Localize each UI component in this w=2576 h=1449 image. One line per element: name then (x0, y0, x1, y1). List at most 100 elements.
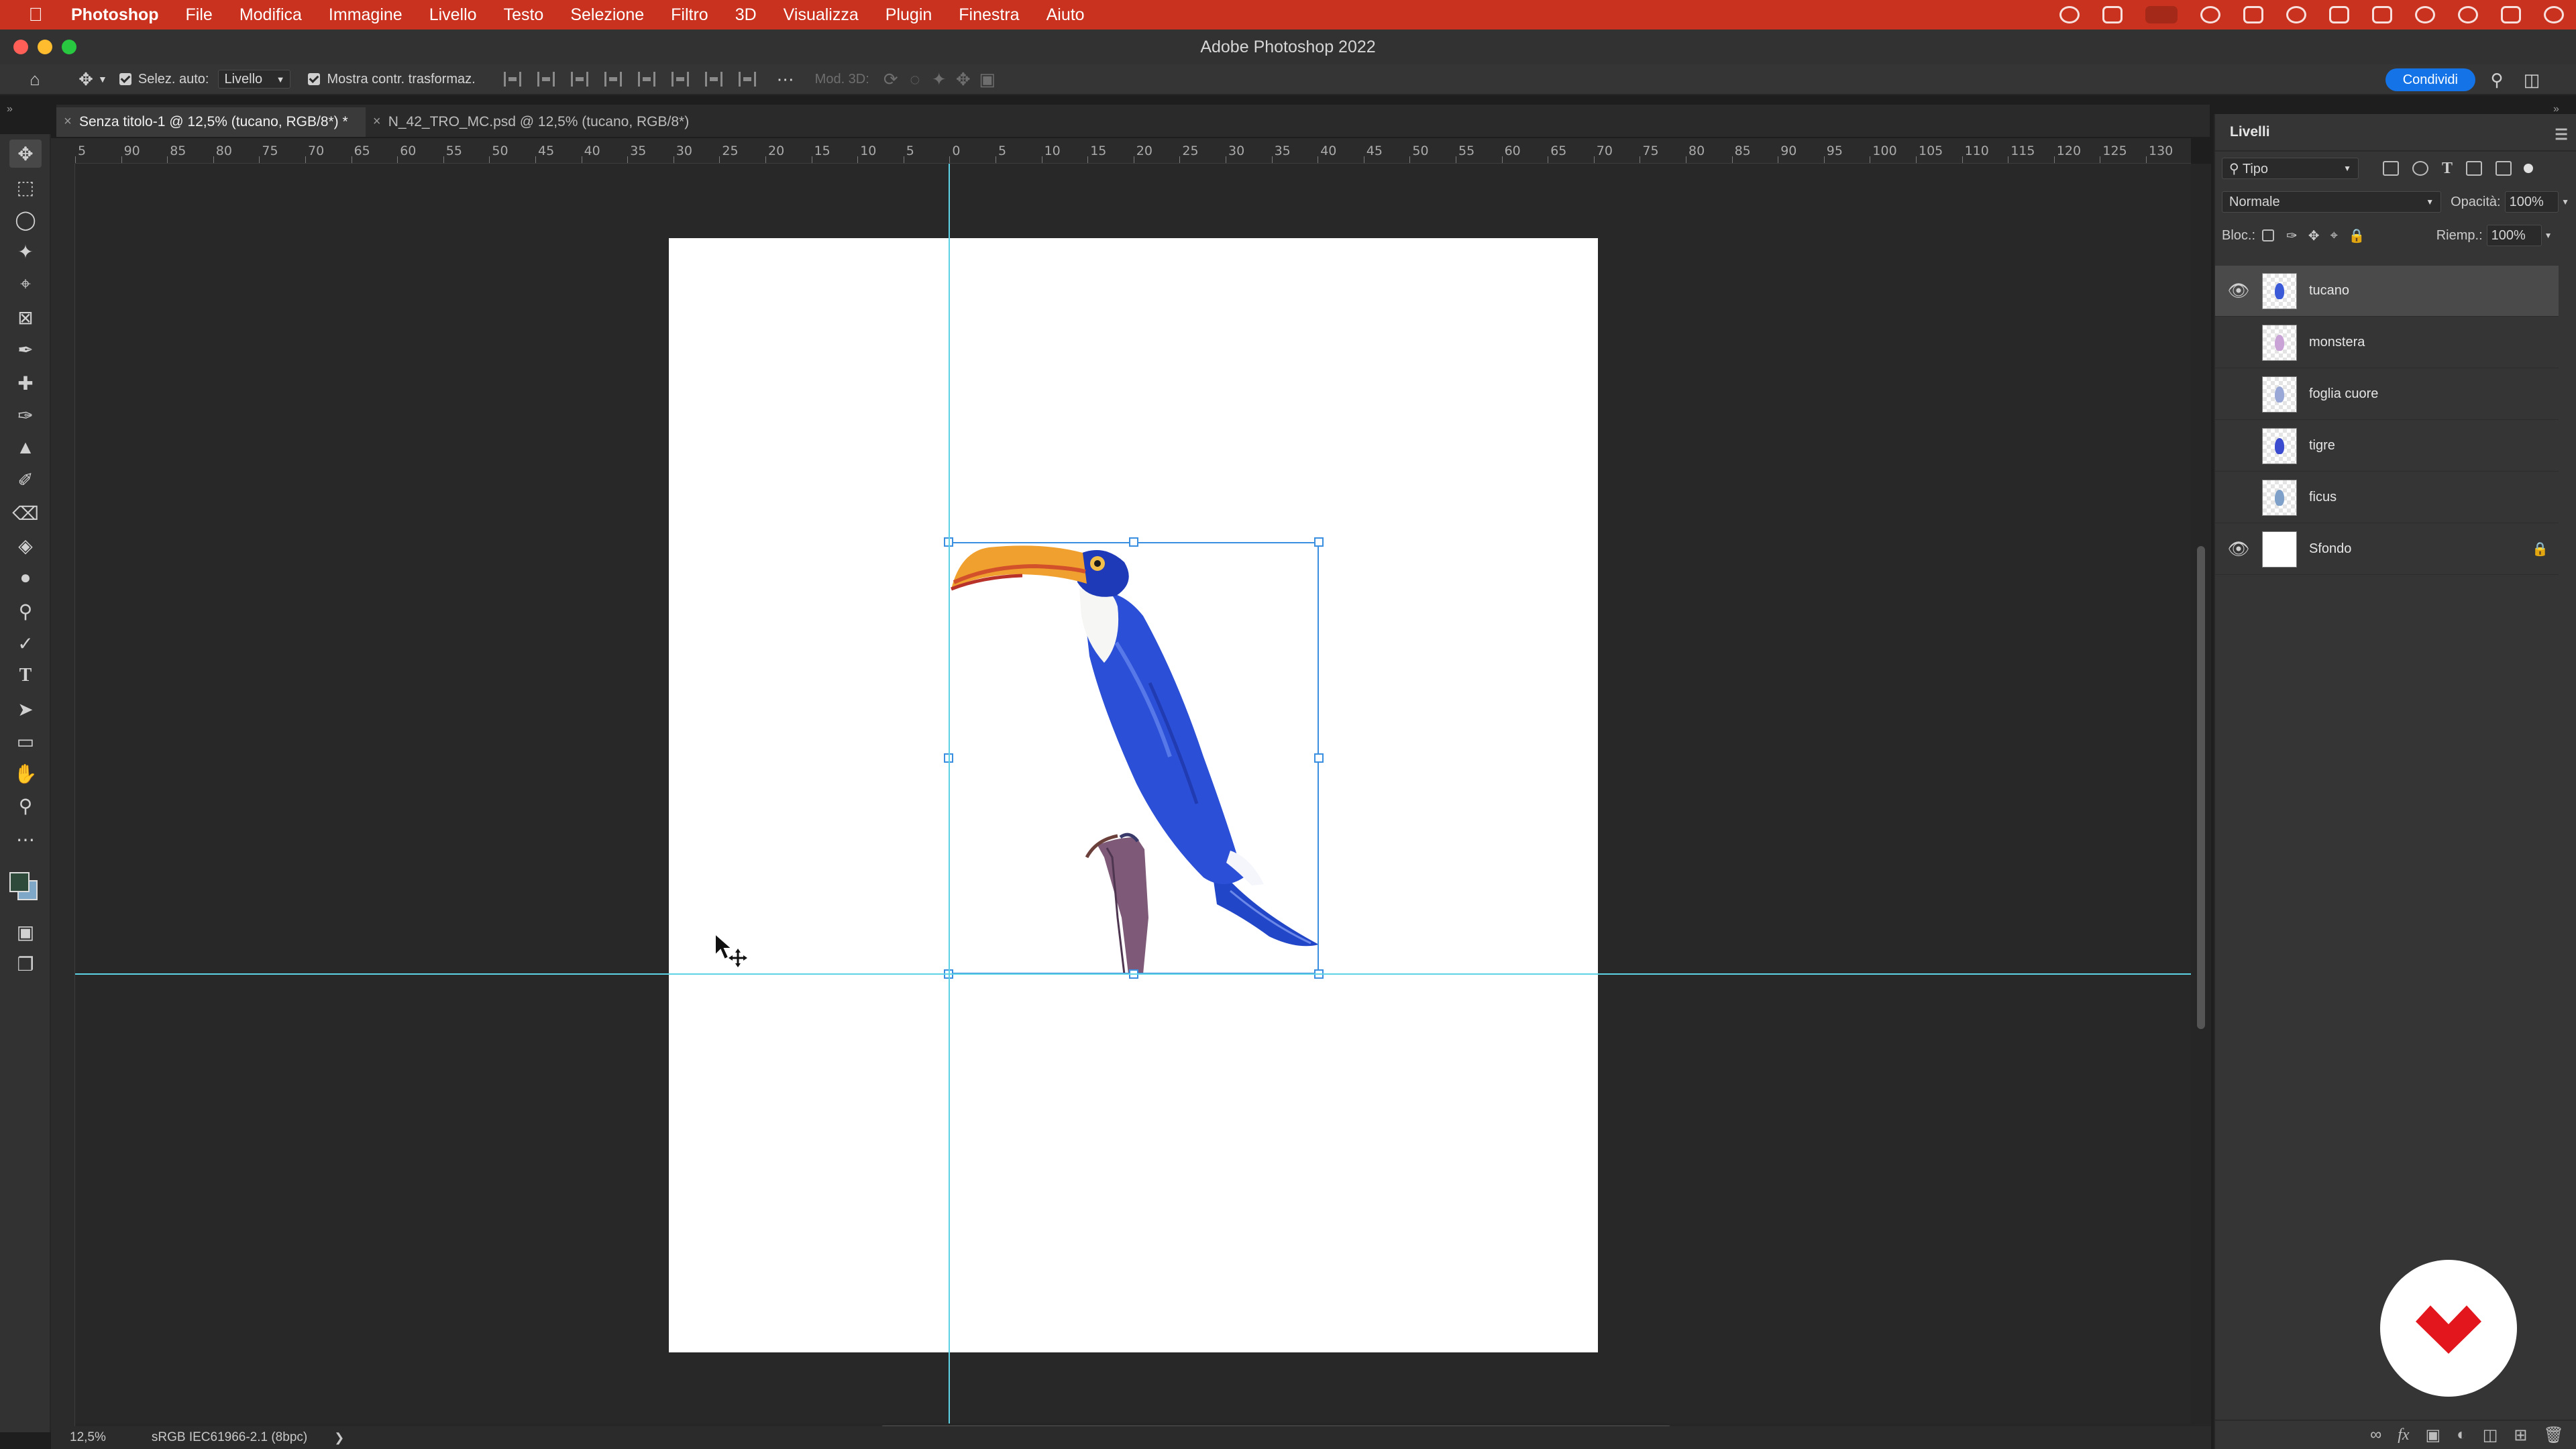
menu-finestra[interactable]: Finestra (959, 5, 1019, 25)
roll-3d-icon[interactable]: ◌ (903, 69, 927, 89)
distribute-vertical-icon[interactable] (604, 72, 622, 87)
rectangle-tool-icon[interactable]: ▭ (9, 727, 42, 755)
control-center-icon[interactable] (2501, 6, 2521, 23)
quick-mask-icon[interactable]: ▣ (9, 918, 42, 946)
move-tool-icon[interactable]: ✥ (9, 140, 42, 168)
auto-select-checkbox[interactable] (119, 73, 131, 85)
menu-selezione[interactable]: Selezione (570, 5, 644, 25)
eraser-tool-icon[interactable]: ⌫ (9, 499, 42, 527)
slide-3d-icon[interactable]: ✥ (951, 69, 975, 89)
blur-tool-icon[interactable]: ● (9, 564, 42, 592)
layer-row-monstera[interactable]: monstera (2215, 317, 2559, 368)
color-swatches[interactable] (8, 865, 42, 906)
menu-immagine[interactable]: Immagine (329, 5, 402, 25)
menu-testo[interactable]: Testo (504, 5, 544, 25)
lasso-tool-icon[interactable]: ◯ (9, 205, 42, 233)
align-left-icon[interactable] (503, 72, 521, 87)
filter-toggle-icon[interactable] (2524, 164, 2534, 173)
close-tab-icon[interactable]: × (370, 114, 384, 129)
layer-filter-dropdown[interactable]: ⚲ Tipo ▼ (2222, 158, 2359, 179)
history-brush-tool-icon[interactable]: ✐ (9, 466, 42, 494)
share-button[interactable]: Condividi (2385, 68, 2475, 91)
transform-handle-top-right[interactable] (1314, 537, 1324, 547)
zoom-window-button[interactable] (62, 40, 76, 54)
move-tool-preset-icon[interactable]: ✥ (74, 69, 98, 89)
menu-modifica[interactable]: Modifica (239, 5, 302, 25)
bluetooth-icon[interactable] (2372, 6, 2392, 23)
brush-tool-icon[interactable]: ✑ (9, 401, 42, 429)
creative-cloud-icon[interactable] (2059, 6, 2080, 23)
eye-icon[interactable]: 👁 (2215, 280, 2262, 301)
align-center-icon[interactable] (537, 72, 555, 87)
crop-tool-icon[interactable]: ⌖ (9, 270, 42, 298)
transform-handle-right[interactable] (1314, 753, 1324, 763)
keyboard-icon[interactable] (2329, 6, 2349, 23)
filter-type-icon[interactable]: T (2442, 160, 2453, 178)
path-selection-tool-icon[interactable]: ➤ (9, 695, 42, 723)
magic-wand-tool-icon[interactable]: ✦ (9, 237, 42, 266)
document-canvas[interactable] (75, 164, 2191, 1430)
menu-3d[interactable]: 3D (735, 5, 757, 25)
zoom-tool-icon[interactable]: ⚲ (9, 792, 42, 820)
layer-row-ficus[interactable]: ficus (2215, 472, 2559, 523)
healing-brush-tool-icon[interactable]: ✚ (9, 369, 42, 397)
edit-toolbar-icon[interactable]: ⋯ (9, 825, 42, 853)
new-layer-icon[interactable]: ⊞ (2514, 1426, 2527, 1445)
blend-mode-dropdown[interactable]: Normale ▼ (2222, 191, 2442, 213)
chevron-down-icon[interactable]: ▼ (2544, 231, 2553, 240)
screen-mode-icon[interactable]: ❐ (9, 950, 42, 978)
display-icon[interactable] (2243, 6, 2263, 23)
wifi-icon[interactable] (2286, 6, 2306, 23)
layer-row-foglia-cuore[interactable]: foglia cuore (2215, 369, 2559, 420)
eyedropper-tool-icon[interactable]: ✒ (9, 335, 42, 364)
transform-bounding-box[interactable] (949, 542, 1319, 974)
layer-row-tucano[interactable]: 👁 tucano (2215, 266, 2559, 317)
layer-row-tigre[interactable]: tigre (2215, 421, 2559, 472)
siri-icon[interactable] (2544, 6, 2564, 23)
close-tab-icon[interactable]: × (60, 114, 75, 129)
paint-bucket-tool-icon[interactable]: ◈ (9, 531, 42, 559)
lock-artboard-icon[interactable]: ⌖ (2330, 228, 2338, 244)
vertical-scrollbar[interactable] (2191, 164, 2211, 1430)
menu-file[interactable]: File (186, 5, 213, 25)
home-icon[interactable]: ⌂ (23, 69, 47, 89)
menu-aiuto[interactable]: Aiuto (1046, 5, 1085, 25)
battery-icon[interactable] (2145, 6, 2178, 23)
delete-layer-icon[interactable]: 🗑 (2544, 1426, 2564, 1445)
type-tool-icon[interactable]: T (9, 661, 42, 690)
extensions-icon[interactable] (2102, 6, 2123, 23)
auto-select-dropdown[interactable]: Livello ▼ (218, 70, 291, 89)
fill-field[interactable]: 100% (2486, 225, 2542, 246)
filter-adjustment-icon[interactable] (2412, 161, 2428, 176)
zoom-level[interactable]: 12,5% (70, 1430, 106, 1445)
filter-pixel-icon[interactable] (2383, 161, 2399, 176)
minimize-window-button[interactable] (38, 40, 52, 54)
link-layers-icon[interactable]: ∞ (2370, 1426, 2381, 1444)
align-right-icon[interactable] (570, 72, 588, 87)
pan-3d-icon[interactable]: ✦ (927, 69, 951, 89)
lock-position-icon[interactable]: ✥ (2308, 227, 2320, 244)
layer-name[interactable]: foglia cuore (2309, 386, 2559, 402)
ruler-origin[interactable] (51, 138, 75, 164)
adjustment-layer-icon[interactable]: ◐ (2457, 1426, 2467, 1444)
more-options-icon[interactable]: ⋯ (773, 69, 798, 89)
marquee-tool-icon[interactable]: ⬚ (9, 173, 42, 201)
orbit-3d-icon[interactable]: ⟳ (879, 69, 903, 89)
chevron-down-icon[interactable]: ▼ (98, 74, 107, 85)
stamp-tool-icon[interactable]: ▲ (9, 433, 42, 462)
opacity-field[interactable]: 100% (2504, 191, 2559, 213)
menu-visualizza[interactable]: Visualizza (784, 5, 859, 25)
close-window-button[interactable] (13, 40, 28, 54)
sync-icon[interactable] (2200, 6, 2220, 23)
vertical-scroll-thumb[interactable] (2197, 546, 2205, 1029)
layer-name[interactable]: Sfondo (2309, 541, 2532, 557)
menu-filtro[interactable]: Filtro (671, 5, 708, 25)
transform-handle-top[interactable] (1129, 537, 1138, 547)
hand-tool-icon[interactable]: ✋ (9, 759, 42, 788)
video-3d-icon[interactable]: ▣ (975, 69, 1000, 89)
layers-panel-title[interactable]: Livelli (2230, 124, 2270, 140)
layer-name[interactable]: ficus (2309, 490, 2559, 505)
search-icon[interactable]: ⚲ (2485, 70, 2509, 90)
tab-n42-tro-mc[interactable]: × N_42_TRO_MC.psd @ 12,5% (tucano, RGB/8… (366, 107, 707, 137)
distribute-horizontal-icon[interactable] (738, 72, 756, 87)
